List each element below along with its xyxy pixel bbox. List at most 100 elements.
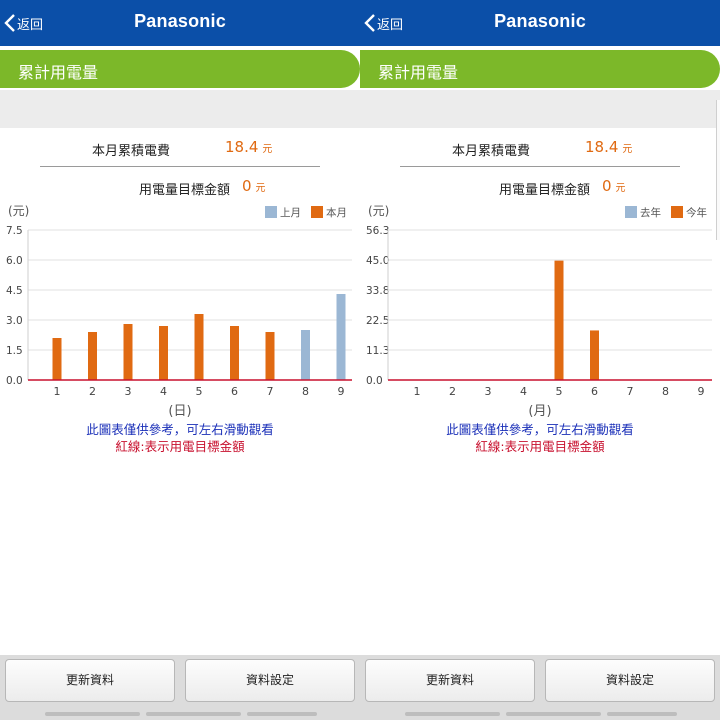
bar-上月-8	[301, 330, 310, 380]
target-line-note: 紅線:表示用電目標金額	[475, 439, 605, 454]
y-axis-label: (元)	[368, 204, 389, 218]
bar-本月-1	[52, 338, 62, 380]
screenshot-pair: 返回 Panasonic 累計用電量 本月累積電費 18.4 元 用電量目標金額 …	[0, 0, 720, 720]
daily-usage-chart[interactable]: (元) 7.5 6.0 4.5 3.0 1.5 0.0 1 2 3 4 5 6 7 8 9 (日) 上月 本月	[0, 198, 360, 423]
monthly-cost-label: 本月累積電費	[451, 144, 530, 159]
bar-本月-2	[88, 332, 97, 380]
bar-本月-3	[123, 324, 133, 380]
legend-swatch	[265, 206, 277, 218]
x-axis-label: (月)	[528, 404, 551, 419]
y-tick-label: 0.0	[6, 375, 23, 387]
y-tick-label: 4.5	[6, 285, 23, 297]
x-tick-label: 6	[231, 385, 238, 398]
x-axis-label: (日)	[168, 404, 191, 419]
monthly-usage-chart[interactable]: (元) 56.3 45.0 33.8 22.5 11.3 0.0 1 2 3 4 5 6 7 8 9 (月) 去年…	[360, 198, 720, 423]
target-line-note: 紅線:表示用電目標金額	[115, 439, 245, 454]
section-title: 累計用電量	[18, 63, 99, 82]
nav-gesture-bar	[146, 712, 241, 716]
cost-number: 18.4	[585, 138, 619, 156]
top-bar: 返回 Panasonic	[360, 0, 720, 46]
refresh-data-button[interactable]: 更新資料	[365, 659, 535, 702]
bar-本月-4	[159, 326, 168, 380]
nav-gesture-bar	[506, 712, 601, 716]
target-amount-value: 0元	[242, 177, 266, 195]
y-tick-label: 7.5	[6, 225, 23, 237]
monthly-cost-row: 本月累積電費 18.4 元	[360, 137, 720, 159]
x-tick-label: 4	[520, 385, 527, 398]
target-amount-row: 用電量目標金額 0元	[0, 176, 360, 198]
legend-label: 上月	[280, 207, 301, 219]
target-number: 0	[242, 177, 252, 195]
legend-swatch	[311, 206, 323, 218]
x-tick-label: 1	[414, 385, 421, 398]
monthly-cost-value: 18.4 元	[585, 138, 632, 156]
x-tick-label: 5	[196, 385, 203, 398]
spacer-strip	[0, 90, 360, 128]
nav-gesture-bar	[45, 712, 140, 716]
y-tick-label: 1.5	[6, 345, 23, 357]
y-tick-label: 22.5	[366, 315, 389, 327]
spacer-strip	[360, 90, 720, 128]
y-tick-label: 3.0	[6, 315, 23, 327]
x-tick-label: 2	[449, 385, 456, 398]
bar-今年-6	[590, 330, 599, 380]
data-settings-button[interactable]: 資料設定	[545, 659, 715, 702]
y-tick-label: 11.3	[366, 345, 389, 357]
next-page-edge	[716, 100, 720, 240]
section-header: 累計用電量	[360, 50, 720, 88]
section-title: 累計用電量	[378, 63, 459, 82]
target-amount-label: 用電量目標金額	[498, 183, 590, 198]
x-tick-label: 7	[267, 385, 274, 398]
refresh-data-button[interactable]: 更新資料	[5, 659, 175, 702]
bar-上月-9	[336, 294, 346, 380]
summary-divider	[400, 166, 680, 167]
y-tick-label: 45.0	[366, 255, 389, 267]
monthly-cost-row: 本月累積電費 18.4 元	[0, 137, 360, 159]
monthly-usage-screen: 返回 Panasonic 累計用電量 本月累積電費 18.4 元 用電量目標金額 …	[360, 0, 720, 720]
x-tick-label: 9	[338, 385, 345, 398]
bar-本月-7	[265, 332, 275, 380]
x-tick-label: 5	[556, 385, 563, 398]
target-amount-label: 用電量目標金額	[138, 183, 230, 198]
cost-unit: 元	[622, 144, 633, 155]
footer-bar: 更新資料 資料設定	[0, 655, 360, 720]
y-tick-label: 56.3	[366, 225, 389, 237]
data-settings-button[interactable]: 資料設定	[185, 659, 355, 702]
top-bar: 返回 Panasonic	[0, 0, 360, 46]
target-number: 0	[602, 177, 612, 195]
x-tick-label: 1	[54, 385, 61, 398]
brand-logo: Panasonic	[134, 11, 226, 31]
summary-divider	[40, 166, 320, 167]
x-tick-label: 9	[698, 385, 705, 398]
y-tick-label: 6.0	[6, 255, 23, 267]
x-tick-label: 4	[160, 385, 167, 398]
y-axis-label: (元)	[8, 204, 29, 218]
legend-label: 本月	[326, 206, 347, 219]
daily-usage-screen: 返回 Panasonic 累計用電量 本月累積電費 18.4 元 用電量目標金額 …	[0, 0, 360, 720]
x-tick-label: 8	[662, 385, 669, 398]
target-unit: 元	[255, 183, 266, 194]
x-tick-label: 7	[627, 385, 634, 398]
legend-label: 去年	[640, 206, 661, 219]
nav-gesture-bar	[607, 712, 677, 716]
x-tick-label: 2	[89, 385, 96, 398]
target-unit: 元	[615, 183, 626, 194]
nav-gesture-bar	[405, 712, 500, 716]
bar-本月-6	[230, 326, 239, 380]
y-tick-label: 33.8	[366, 285, 389, 297]
x-tick-label: 3	[125, 385, 132, 398]
target-amount-value: 0元	[602, 177, 626, 195]
legend-swatch	[671, 206, 683, 218]
legend-label: 今年	[686, 206, 707, 219]
bar-今年-5	[554, 260, 564, 380]
section-header: 累計用電量	[0, 50, 360, 88]
cost-unit: 元	[262, 144, 273, 155]
brand-logo: Panasonic	[494, 11, 586, 31]
footer-bar: 更新資料 資料設定	[360, 655, 720, 720]
x-tick-label: 3	[485, 385, 492, 398]
monthly-cost-value: 18.4 元	[225, 138, 272, 156]
monthly-cost-label: 本月累積電費	[91, 144, 170, 159]
nav-gesture-bar	[247, 712, 317, 716]
legend-swatch	[625, 206, 637, 218]
target-amount-row: 用電量目標金額 0元	[360, 176, 720, 198]
